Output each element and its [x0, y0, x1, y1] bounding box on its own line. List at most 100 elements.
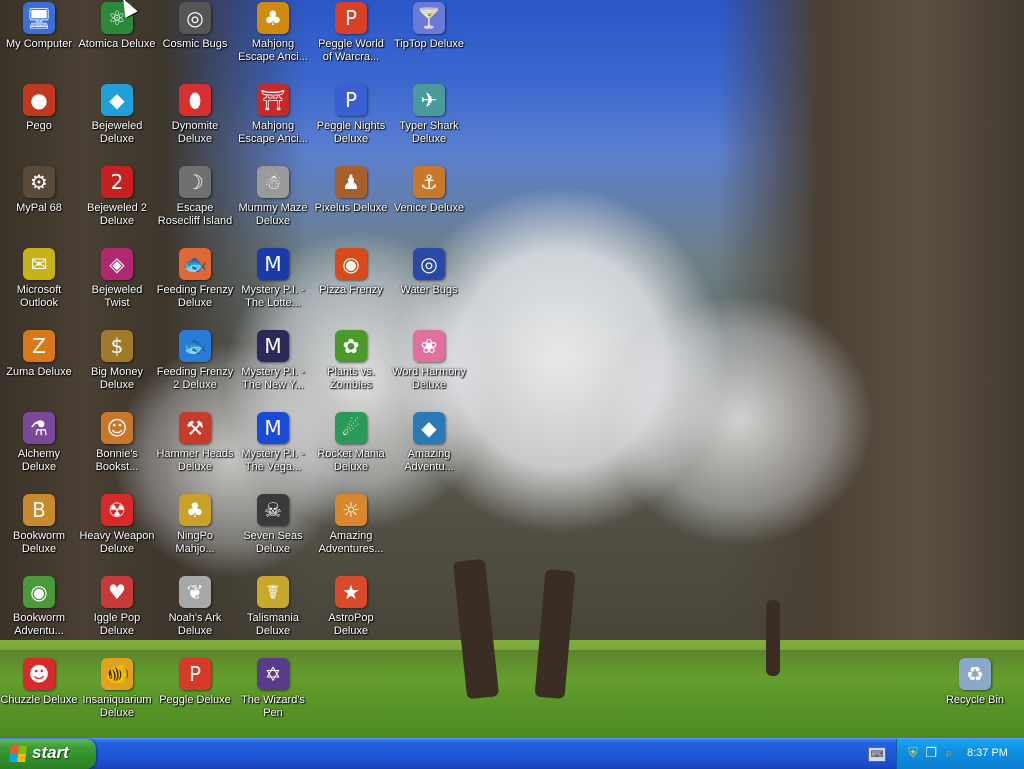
desktop-shortcut[interactable]: ◎ Water Bugs: [390, 246, 468, 324]
desktop-shortcut[interactable]: Z Zuma Deluxe: [0, 328, 78, 406]
shortcut-label: Hammer Heads Deluxe: [156, 448, 234, 473]
desktop-shortcut[interactable]: ☄ Rocket Mania Deluxe: [312, 410, 390, 488]
shortcut-label: Recycle Bin: [945, 694, 1005, 706]
desktop-shortcut[interactable]: M Mystery P.I. - The Lotte...: [234, 246, 312, 324]
mahjong-escape-2-icon: ⛩: [257, 84, 289, 116]
cosmic-bugs-icon: ◎: [179, 2, 211, 34]
mystery-pi-new-york-icon: M: [257, 330, 289, 362]
desktop-shortcut[interactable]: ☢ Heavy Weapon Deluxe: [78, 492, 156, 570]
desktop-shortcut[interactable]: ✡ The Wizard's Pen: [234, 656, 312, 734]
desktop-shortcut[interactable]: ⚓ Venice Deluxe: [390, 164, 468, 242]
noahs-ark-icon: ❦: [179, 576, 211, 608]
shortcut-label: Word Harmony Deluxe: [392, 366, 466, 391]
windows-logo-icon: [9, 746, 27, 762]
desktop-shortcut[interactable]: ◆ Bejeweled Deluxe: [78, 82, 156, 160]
taskbar: start ⌨ ⛨ ❐ ⌕ 8:37 PM: [0, 738, 1024, 769]
desktop-shortcut[interactable]: 🍸 TipTop Deluxe: [390, 0, 468, 78]
desktop-shortcut[interactable]: ◉ Bookworm Adventu...: [0, 574, 78, 652]
desktop-shortcut[interactable]: ♥ Iggle Pop Deluxe: [78, 574, 156, 652]
shortcut-label: Alchemy Deluxe: [17, 448, 61, 473]
desktop-shortcut[interactable]: ♣ Mahjong Escape Anci...: [234, 0, 312, 78]
desktop-shortcut[interactable]: 🐟 Feeding Frenzy 2 Deluxe: [156, 328, 234, 406]
desktop-shortcut[interactable]: 2 Bejeweled 2 Deluxe: [78, 164, 156, 242]
desktop-shortcut[interactable]: P Peggle Deluxe: [156, 656, 234, 734]
big-money-icon: $: [101, 330, 133, 362]
desktop-shortcut[interactable]: M Mystery P.I. - The Vega...: [234, 410, 312, 488]
desktop-shortcut[interactable]: ⚛ Atomica Deluxe: [78, 0, 156, 78]
keyboard-icon[interactable]: ⌨: [868, 747, 886, 762]
desktop-shortcut[interactable]: ★ AstroPop Deluxe: [312, 574, 390, 652]
desktop-shortcut[interactable]: ☤ Talismania Deluxe: [234, 574, 312, 652]
search-icon[interactable]: ⌕: [941, 746, 957, 762]
shortcut-label: Dynomite Deluxe: [171, 120, 219, 145]
shortcut-label: Mystery P.I. - The Vega...: [241, 448, 305, 473]
desktop-shortcut[interactable]: ◈ Bejeweled Twist: [78, 246, 156, 324]
shortcut-label: Noah's Ark Deluxe: [168, 612, 222, 637]
desktop-shortcut[interactable]: P Peggle Nights Deluxe: [312, 82, 390, 160]
shortcut-label: Bookworm Adventu...: [13, 612, 65, 637]
desktop-shortcut[interactable]: ♻ Recycle Bin: [936, 656, 1014, 734]
desktop-shortcut[interactable]: ⬮ Dynomite Deluxe: [156, 82, 234, 160]
network-icon[interactable]: ❐: [923, 746, 939, 762]
mystery-pi-lottery-icon: M: [257, 248, 289, 280]
desktop-shortcut[interactable]: ⚗ Alchemy Deluxe: [0, 410, 78, 488]
desktop-shortcut[interactable]: ◆ Amazing Adventu...: [390, 410, 468, 488]
security-shield-icon[interactable]: ⛨: [905, 746, 921, 762]
desktop-shortcut[interactable]: M Mystery P.I. - The New Y...: [234, 328, 312, 406]
desktop-shortcut[interactable]: ⛩ Mahjong Escape Anci...: [234, 82, 312, 160]
desktop-shortcut[interactable]: $ Big Money Deluxe: [78, 328, 156, 406]
mummy-maze-icon: ☃: [257, 166, 289, 198]
peggle-world-icon: P: [335, 2, 367, 34]
escape-rosecliff-icon: ☽: [179, 166, 211, 198]
desktop-shortcut[interactable]: ♟ Pixelus Deluxe: [312, 164, 390, 242]
desktop-shortcut[interactable]: ✈ Typer Shark Deluxe: [390, 82, 468, 160]
desktop-shortcut[interactable]: ◎ Cosmic Bugs: [156, 0, 234, 78]
desktop-shortcut[interactable]: ☽ Escape Rosecliff Island: [156, 164, 234, 242]
desktop-shortcut[interactable]: 🐠 Insaniquarium Deluxe: [78, 656, 156, 734]
desktop-shortcut[interactable]: ✿ Plants vs. Zombies: [312, 328, 390, 406]
shortcut-label: Pego: [26, 120, 52, 132]
pizza-frenzy-icon: ◉: [335, 248, 367, 280]
iggle-pop-icon: ♥: [101, 576, 133, 608]
desktop-shortcut[interactable]: ❦ Noah's Ark Deluxe: [156, 574, 234, 652]
mypal-icon: ⚙: [23, 166, 55, 198]
desktop-shortcut[interactable]: ✉ Microsoft Outlook: [0, 246, 78, 324]
shortcut-label: Zuma Deluxe: [6, 366, 72, 378]
bookworm-icon: B: [23, 494, 55, 526]
shortcut-label: Bookworm Deluxe: [13, 530, 65, 555]
tiptop-icon: 🍸: [413, 2, 445, 34]
shortcut-label: Mummy Maze Deluxe: [238, 202, 308, 227]
desktop-shortcut[interactable]: P Peggle World of Warcra...: [312, 0, 390, 78]
desktop-shortcut[interactable]: ◉ Pizza Frenzy: [312, 246, 390, 324]
chuzzle-icon: ☻: [23, 658, 55, 690]
desktop-shortcut[interactable]: ☻ Chuzzle Deluxe: [0, 656, 78, 734]
shortcut-label: Plants vs. Zombies: [327, 366, 375, 391]
desktop-shortcut[interactable]: ● Pego: [0, 82, 78, 160]
shortcut-label: Heavy Weapon Deluxe: [79, 530, 155, 555]
amazing-adventures-icon: ◆: [413, 412, 445, 444]
shortcut-label: Chuzzle Deluxe: [0, 694, 78, 706]
alchemy-icon: ⚗: [23, 412, 55, 444]
shortcut-label: Bejeweled Deluxe: [91, 120, 143, 145]
bejeweled-twist-icon: ◈: [101, 248, 133, 280]
shortcut-label: Cosmic Bugs: [162, 38, 228, 50]
desktop-shortcut[interactable]: 🖥 My Computer: [0, 0, 78, 78]
outlook-icon: ✉: [23, 248, 55, 280]
desktop-shortcut[interactable]: ☠ Seven Seas Deluxe: [234, 492, 312, 570]
desktop-shortcut[interactable]: B Bookworm Deluxe: [0, 492, 78, 570]
desktop-shortcut[interactable]: ☺ Bonnie's Bookst...: [78, 410, 156, 488]
clock[interactable]: 8:37 PM: [967, 747, 1008, 759]
desktop-shortcut[interactable]: 🐟 Feeding Frenzy Deluxe: [156, 246, 234, 324]
dynomite-icon: ⬮: [179, 84, 211, 116]
mystery-pi-vegas-icon: M: [257, 412, 289, 444]
desktop-shortcut[interactable]: ☃ Mummy Maze Deluxe: [234, 164, 312, 242]
desktop-shortcut[interactable]: ⚙ MyPal 68: [0, 164, 78, 242]
shortcut-label: Amazing Adventures...: [318, 530, 384, 555]
shortcut-label: Peggle Nights Deluxe: [316, 120, 386, 145]
desktop-shortcut[interactable]: ♣ NingPo Mahjo...: [156, 492, 234, 570]
start-button[interactable]: start: [0, 739, 96, 769]
rocket-mania-icon: ☄: [335, 412, 367, 444]
desktop-shortcut[interactable]: ⚒ Hammer Heads Deluxe: [156, 410, 234, 488]
desktop-shortcut[interactable]: ❀ Word Harmony Deluxe: [390, 328, 468, 406]
desktop-shortcut[interactable]: ☼ Amazing Adventures...: [312, 492, 390, 570]
